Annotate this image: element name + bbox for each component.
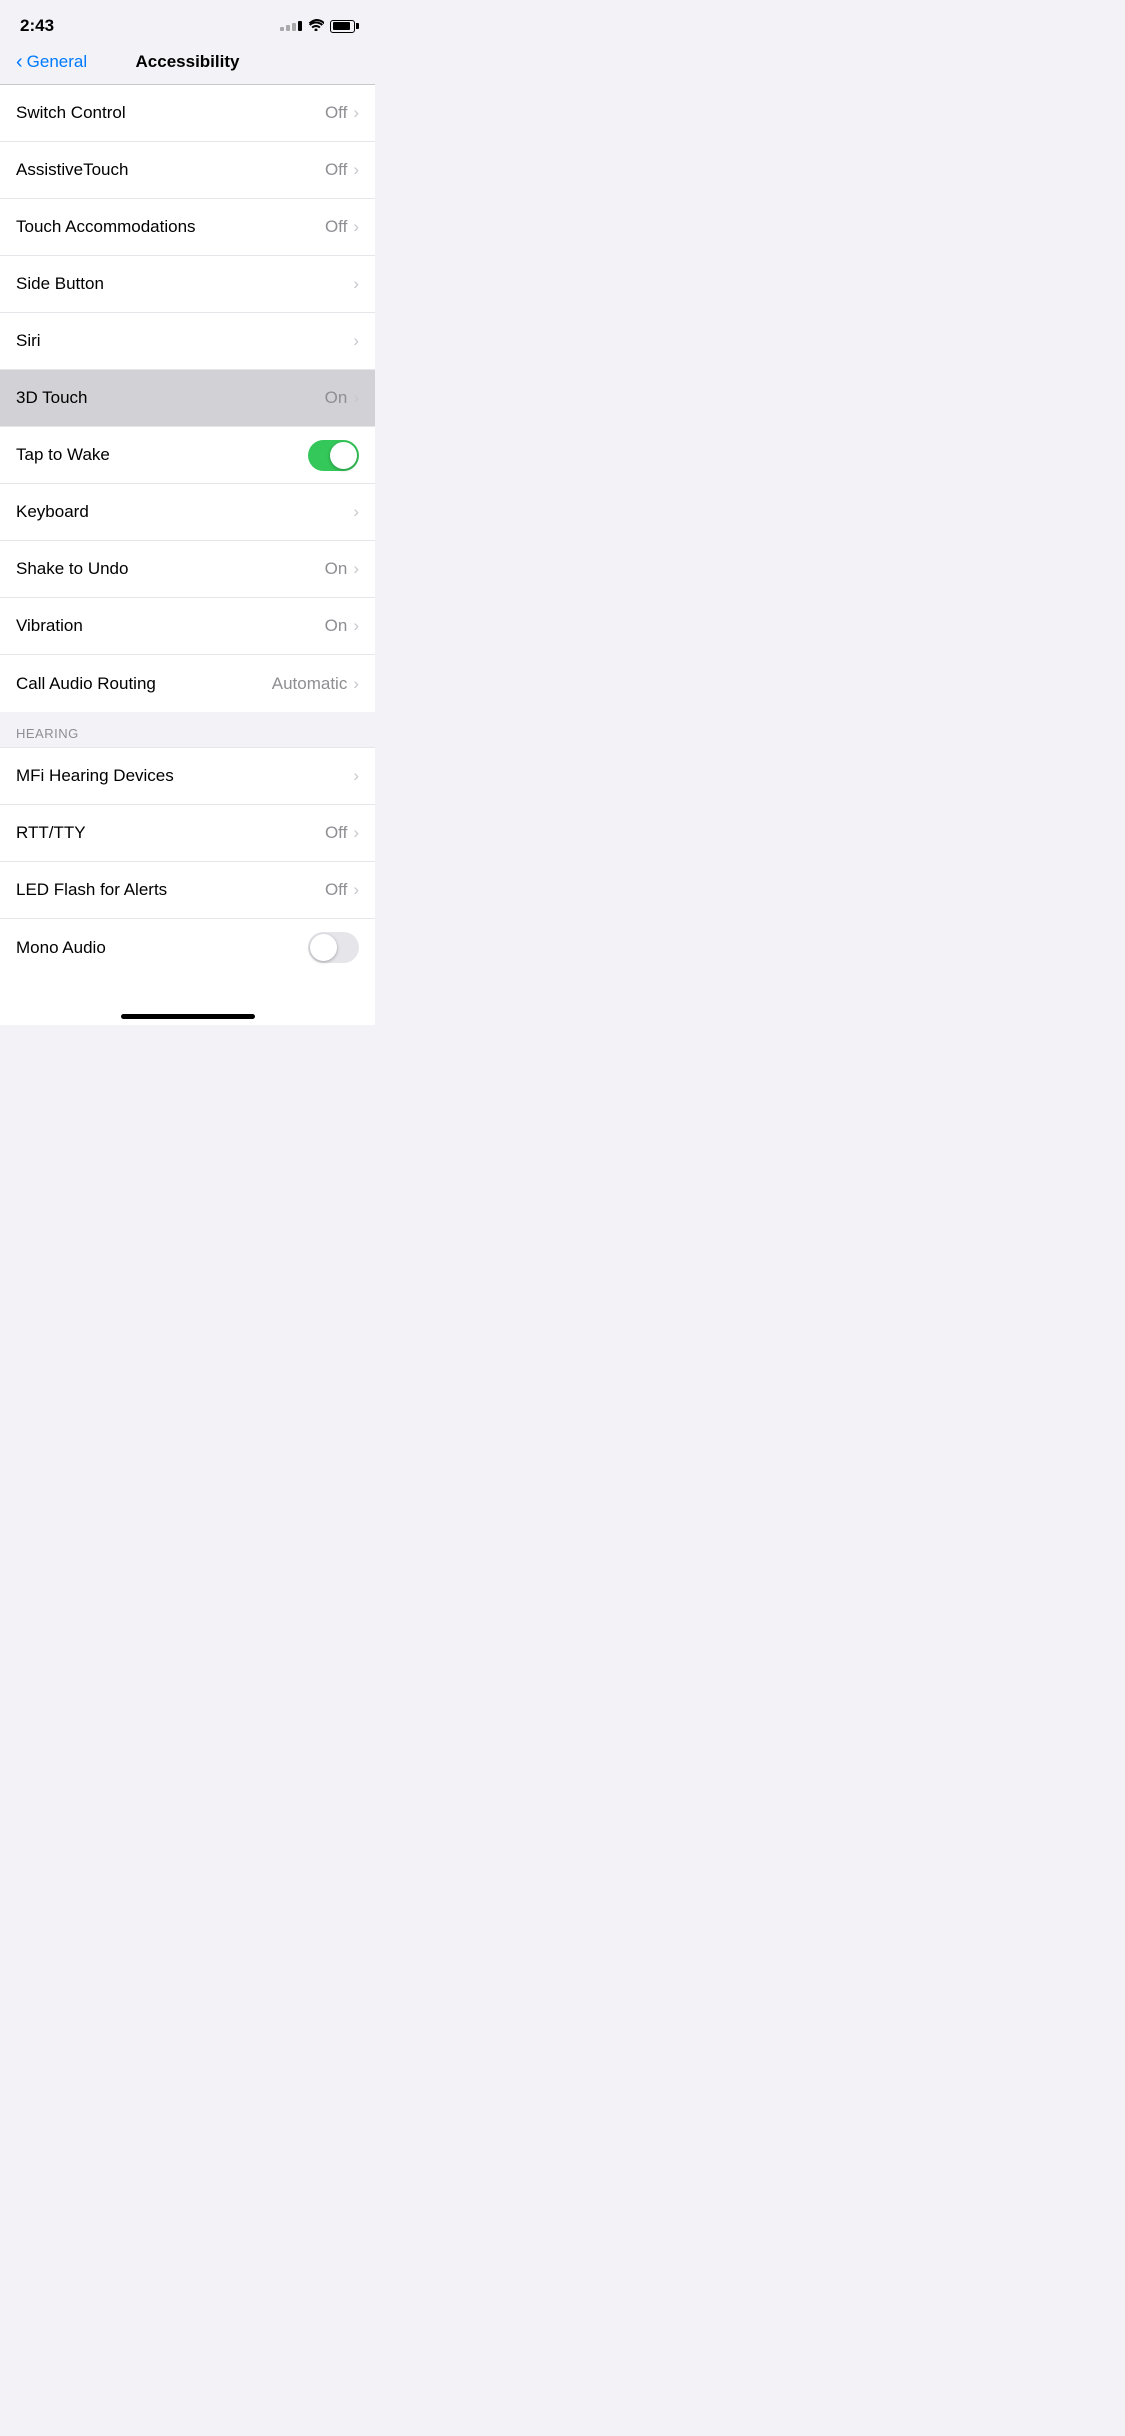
rtt-tty-right: Off › xyxy=(325,823,359,843)
switch-control-label: Switch Control xyxy=(16,103,126,123)
vibration-value: On xyxy=(325,616,348,636)
shake-to-undo-chevron: › xyxy=(353,559,359,579)
back-chevron-icon: ‹ xyxy=(16,52,23,72)
tap-to-wake-label: Tap to Wake xyxy=(16,445,110,465)
3d-touch-label: 3D Touch xyxy=(16,388,88,408)
side-button-label: Side Button xyxy=(16,274,104,294)
switch-control-chevron: › xyxy=(353,103,359,123)
assistive-touch-right: Off › xyxy=(325,160,359,180)
side-button-chevron: › xyxy=(353,274,359,294)
switch-control-row[interactable]: Switch Control Off › xyxy=(0,85,375,142)
back-label: General xyxy=(27,52,87,72)
call-audio-routing-right: Automatic › xyxy=(272,674,359,694)
touch-accommodations-right: Off › xyxy=(325,217,359,237)
led-flash-alerts-label: LED Flash for Alerts xyxy=(16,880,167,900)
side-button-right: › xyxy=(353,274,359,294)
3d-touch-right: On › xyxy=(325,388,359,408)
led-flash-alerts-right: Off › xyxy=(325,880,359,900)
hearing-section-header: HEARING xyxy=(0,712,375,748)
mono-audio-row[interactable]: Mono Audio xyxy=(0,919,375,976)
assistive-touch-label: AssistiveTouch xyxy=(16,160,128,180)
vibration-right: On › xyxy=(325,616,359,636)
vibration-chevron: › xyxy=(353,616,359,636)
siri-chevron: › xyxy=(353,331,359,351)
assistive-touch-row[interactable]: AssistiveTouch Off › xyxy=(0,142,375,199)
call-audio-routing-value: Automatic xyxy=(272,674,348,694)
home-bar xyxy=(121,1014,255,1019)
3d-touch-row[interactable]: 3D Touch On › xyxy=(0,370,375,427)
home-indicator xyxy=(0,1006,375,1025)
status-icons xyxy=(280,18,355,34)
main-settings-section: Switch Control Off › AssistiveTouch Off … xyxy=(0,85,375,712)
mono-audio-right xyxy=(308,932,359,963)
rtt-tty-label: RTT/TTY xyxy=(16,823,86,843)
mfi-hearing-devices-row[interactable]: MFi Hearing Devices › xyxy=(0,748,375,805)
call-audio-routing-chevron: › xyxy=(353,674,359,694)
signal-icon xyxy=(280,21,302,31)
rtt-tty-value: Off xyxy=(325,823,347,843)
touch-accommodations-value: Off xyxy=(325,217,347,237)
vibration-label: Vibration xyxy=(16,616,83,636)
mfi-hearing-devices-label: MFi Hearing Devices xyxy=(16,766,174,786)
touch-accommodations-chevron: › xyxy=(353,217,359,237)
battery-icon xyxy=(330,20,355,33)
hearing-section-label: HEARING xyxy=(16,726,79,741)
tap-to-wake-toggle[interactable] xyxy=(308,440,359,471)
keyboard-row[interactable]: Keyboard › xyxy=(0,484,375,541)
mono-audio-toggle-thumb xyxy=(310,934,337,961)
back-button[interactable]: ‹ General xyxy=(16,52,87,72)
led-flash-alerts-row[interactable]: LED Flash for Alerts Off › xyxy=(0,862,375,919)
side-button-row[interactable]: Side Button › xyxy=(0,256,375,313)
mfi-hearing-devices-right: › xyxy=(353,766,359,786)
rtt-tty-row[interactable]: RTT/TTY Off › xyxy=(0,805,375,862)
siri-right: › xyxy=(353,331,359,351)
hearing-settings-section: MFi Hearing Devices › RTT/TTY Off › LED … xyxy=(0,748,375,976)
keyboard-label: Keyboard xyxy=(16,502,89,522)
call-audio-routing-label: Call Audio Routing xyxy=(16,674,156,694)
keyboard-right: › xyxy=(353,502,359,522)
led-flash-alerts-value: Off xyxy=(325,880,347,900)
shake-to-undo-row[interactable]: Shake to Undo On › xyxy=(0,541,375,598)
switch-control-value: Off xyxy=(325,103,347,123)
assistive-touch-value: Off xyxy=(325,160,347,180)
mono-audio-toggle[interactable] xyxy=(308,932,359,963)
shake-to-undo-right: On › xyxy=(325,559,359,579)
assistive-touch-chevron: › xyxy=(353,160,359,180)
vibration-row[interactable]: Vibration On › xyxy=(0,598,375,655)
status-bar: 2:43 xyxy=(0,0,375,44)
siri-row[interactable]: Siri › xyxy=(0,313,375,370)
nav-bar: ‹ General Accessibility xyxy=(0,44,375,85)
wifi-icon xyxy=(308,18,324,34)
touch-accommodations-label: Touch Accommodations xyxy=(16,217,196,237)
led-flash-alerts-chevron: › xyxy=(353,880,359,900)
touch-accommodations-row[interactable]: Touch Accommodations Off › xyxy=(0,199,375,256)
page-title: Accessibility xyxy=(136,52,240,72)
shake-to-undo-value: On xyxy=(325,559,348,579)
tap-to-wake-row[interactable]: Tap to Wake xyxy=(0,427,375,484)
status-time: 2:43 xyxy=(20,16,54,36)
shake-to-undo-label: Shake to Undo xyxy=(16,559,128,579)
3d-touch-value: On xyxy=(325,388,348,408)
switch-control-right: Off › xyxy=(325,103,359,123)
tap-to-wake-right xyxy=(308,440,359,471)
toggle-thumb xyxy=(330,442,357,469)
3d-touch-chevron: › xyxy=(353,388,359,408)
keyboard-chevron: › xyxy=(353,502,359,522)
siri-label: Siri xyxy=(16,331,41,351)
mfi-hearing-devices-chevron: › xyxy=(353,766,359,786)
rtt-tty-chevron: › xyxy=(353,823,359,843)
call-audio-routing-row[interactable]: Call Audio Routing Automatic › xyxy=(0,655,375,712)
mono-audio-label: Mono Audio xyxy=(16,938,106,958)
